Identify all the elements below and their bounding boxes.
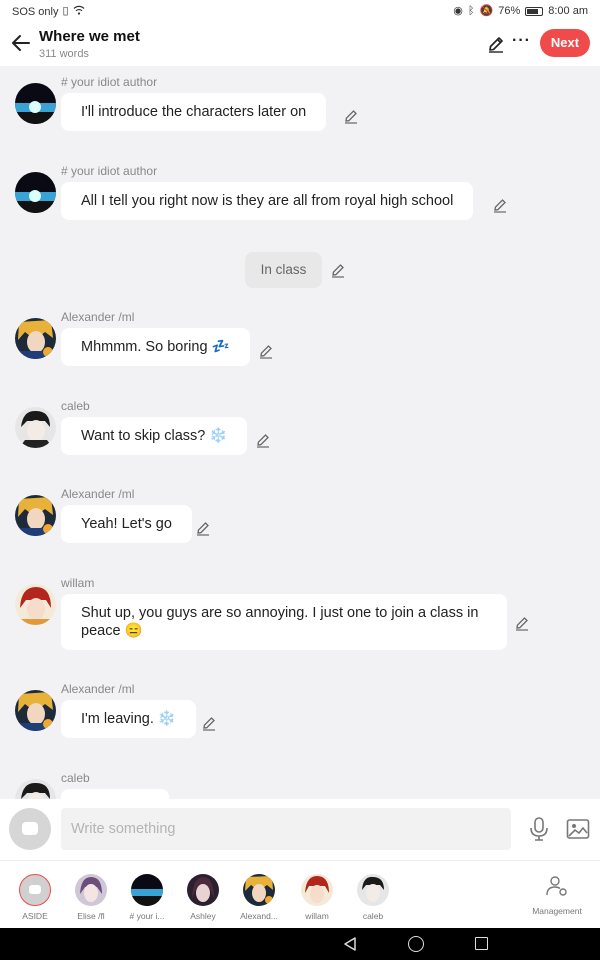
avatar-caleb[interactable]	[15, 779, 56, 799]
narration-bubble[interactable]: In class	[245, 252, 322, 288]
avatar-author[interactable]	[15, 83, 56, 124]
user-settings-icon	[546, 876, 567, 896]
character-caleb[interactable]: caleb	[345, 874, 401, 921]
avatar-caleb[interactable]	[15, 407, 56, 448]
character-author[interactable]: # your i...	[119, 874, 175, 921]
avatar-alexander[interactable]	[15, 690, 56, 731]
edit-message-icon[interactable]	[514, 615, 530, 631]
story-title: Where we met	[39, 28, 140, 45]
character-label: caleb	[362, 911, 384, 921]
avatar-elise	[75, 874, 107, 906]
character-alexander[interactable]: Alexand...	[231, 874, 287, 921]
avatar-author[interactable]	[15, 172, 56, 213]
edit-message-icon[interactable]	[330, 262, 346, 278]
avatar-author	[131, 874, 163, 906]
character-label: Ashley	[190, 911, 216, 921]
chat-bubble-icon	[22, 822, 38, 835]
avatar-willam[interactable]	[15, 584, 56, 625]
edit-message-icon[interactable]	[492, 197, 508, 213]
carrier-text: SOS only	[12, 5, 59, 18]
message-bubble[interactable]	[61, 789, 169, 799]
back-arrow-icon[interactable]	[10, 32, 32, 54]
message-bubble[interactable]: Shut up, you guys are so annoying. I jus…	[61, 594, 507, 650]
edit-message-icon[interactable]	[195, 520, 211, 536]
sender-name: caleb	[61, 771, 90, 785]
sender-name: # your idiot author	[61, 75, 158, 89]
more-options-icon[interactable]: ···	[512, 32, 531, 50]
image-icon[interactable]	[566, 818, 590, 840]
message-bubble[interactable]: Yeah! Let's go	[61, 505, 192, 543]
wifi-icon	[73, 5, 85, 18]
character-label: Alexand...	[240, 911, 278, 921]
clock: 8:00 am	[548, 5, 588, 17]
character-label: ASIDE	[22, 911, 48, 921]
avatar-alexander[interactable]	[15, 495, 56, 536]
mute-icon: 🔕	[479, 4, 494, 17]
message-bubble[interactable]: I'm leaving. ❄️	[61, 700, 196, 738]
edit-message-icon[interactable]	[343, 108, 359, 124]
sim-icon: ▯	[62, 5, 69, 17]
nav-recents-icon[interactable]	[475, 937, 488, 950]
message-input[interactable]	[61, 808, 511, 850]
sender-name: caleb	[61, 399, 90, 413]
avatar-willam	[301, 874, 333, 906]
nav-home-icon[interactable]	[408, 936, 424, 952]
next-button[interactable]: Next	[540, 29, 590, 57]
sender-name: willam	[61, 576, 95, 590]
sender-name: Alexander /ml	[61, 487, 135, 501]
edit-message-icon[interactable]	[201, 715, 217, 731]
system-nav-bar	[0, 928, 600, 960]
message-bubble[interactable]: Want to skip class? ❄️	[61, 417, 248, 455]
management-button[interactable]: Management	[527, 875, 587, 916]
management-label: Management	[532, 906, 582, 916]
message-bubble[interactable]: Mhmmm. So boring 💤	[61, 328, 250, 366]
avatar-ashley	[187, 874, 219, 906]
character-aside[interactable]: ASIDE	[7, 874, 63, 921]
composer-bar	[0, 799, 600, 860]
battery-percent: 76%	[498, 5, 521, 17]
character-willam[interactable]: willam	[289, 874, 345, 921]
message-bubble[interactable]: I'll introduce the characters later on	[61, 93, 327, 131]
word-count: 311 words	[39, 48, 89, 60]
avatar-alexander	[243, 874, 275, 906]
sender-name: Alexander /ml	[61, 682, 135, 696]
avatar-alexander[interactable]	[15, 318, 56, 359]
edit-pencil-icon[interactable]	[486, 34, 506, 54]
character-label: Elise /fl	[77, 911, 105, 921]
character-label: # your i...	[129, 911, 165, 921]
character-ashley[interactable]: Ashley	[175, 874, 231, 921]
bluetooth-icon: ᛒ	[467, 4, 475, 17]
microphone-icon[interactable]	[528, 816, 550, 842]
avatar-caleb	[357, 874, 389, 906]
status-bar: SOS only ▯ ◉ ᛒ 🔕 76% 8:00 am	[0, 0, 600, 22]
sender-name: # your idiot author	[61, 164, 158, 178]
character-label: willam	[305, 911, 329, 921]
nav-back-icon[interactable]	[342, 936, 358, 952]
character-elise[interactable]: Elise /fl	[63, 874, 119, 921]
aside-avatar	[19, 874, 51, 906]
header: Where we met 311 words ··· Next	[0, 22, 600, 66]
eye-icon: ◉	[453, 4, 463, 17]
sender-name: Alexander /ml	[61, 310, 135, 324]
edit-message-icon[interactable]	[258, 343, 274, 359]
chat-mode-toggle-button[interactable]	[9, 808, 51, 850]
character-selector: ASIDE Elise /fl # your i... Ashley Alexa…	[0, 860, 600, 928]
battery-icon	[525, 6, 544, 16]
edit-message-icon[interactable]	[255, 432, 271, 448]
message-bubble[interactable]: All I tell you right now is they are all…	[61, 182, 474, 220]
chat-area[interactable]: # your idiot author I'll introduce the c…	[0, 66, 600, 799]
